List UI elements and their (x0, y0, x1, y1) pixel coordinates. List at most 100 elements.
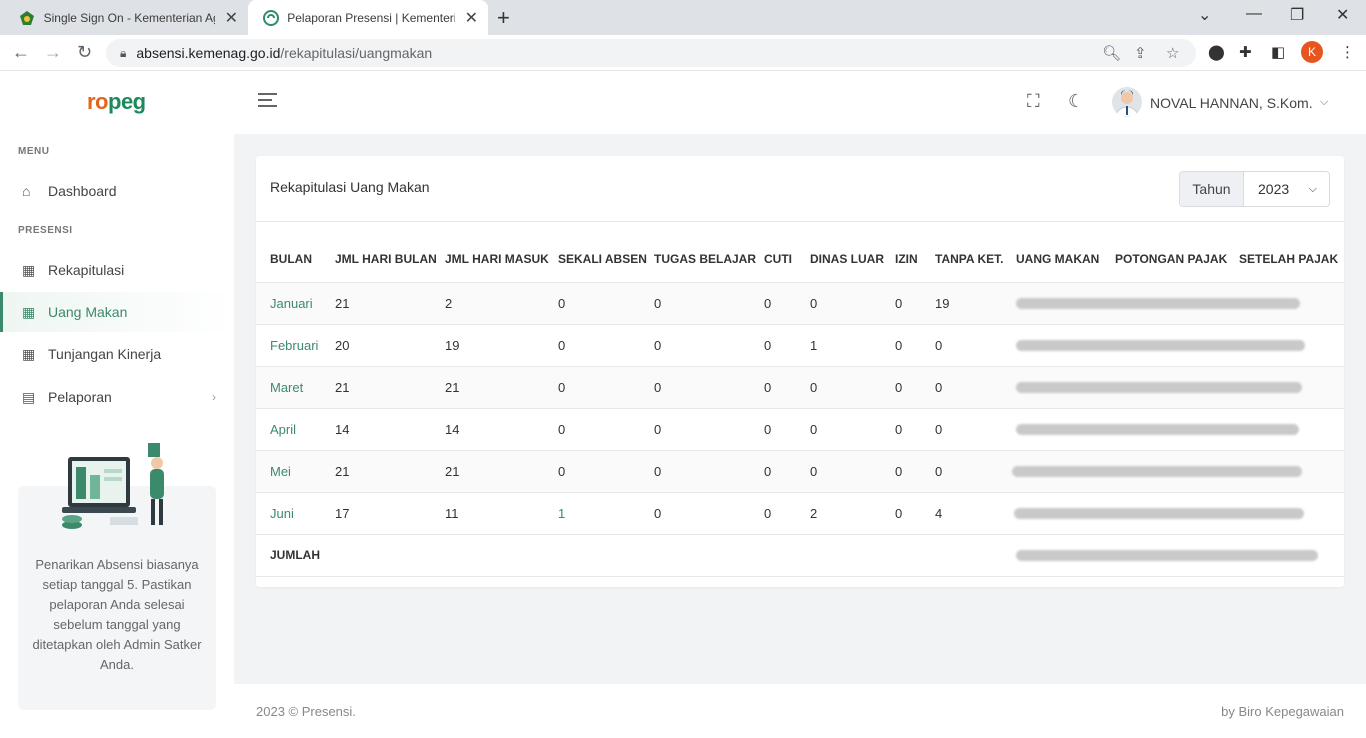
col-header: JML HARI MASUK (445, 222, 558, 283)
col-header: TANPA KET. (935, 222, 1016, 283)
browser-toolbar: ← → ↻ 🔒︎ absensi.kemenag.go.id/rekapitul… (0, 35, 1366, 71)
bookmark-star-icon[interactable]: ☆ (1166, 44, 1179, 62)
fullscreen-icon[interactable]: ⛶ (1027, 91, 1040, 112)
browser-tab-presensi[interactable]: Pelaporan Presensi | Kementerian ✕ (248, 0, 488, 35)
cell: 20 (335, 324, 445, 367)
presensi-favicon-icon (262, 9, 279, 27)
ropeg-logo[interactable]: ropeg (87, 89, 146, 115)
avatar[interactable] (1112, 87, 1142, 117)
table-row: Maret 21 21 0 0 0 0 0 0 (256, 366, 1344, 409)
sidebar-item-pelaporan[interactable]: ▤ Pelaporan › (0, 377, 234, 417)
cell: 0 (895, 450, 935, 493)
cell: 0 (810, 408, 895, 451)
chevron-down-icon: ⌵ (1308, 182, 1317, 195)
total-label: JUMLAH (256, 534, 1016, 577)
month-link[interactable]: Juni (256, 492, 335, 535)
sidebar-item-rekapitulasi[interactable]: ▦ Rekapitulasi (0, 250, 234, 290)
back-icon[interactable]: ← (12, 42, 30, 63)
cell: 11 (445, 492, 558, 535)
close-tab-icon[interactable]: ✕ (225, 8, 238, 28)
cell: 0 (810, 366, 895, 409)
redacted-amount (1016, 408, 1344, 451)
hamburger-menu-icon[interactable] (258, 93, 277, 111)
cell: 0 (654, 282, 764, 325)
page-footer: 2023 © Presensi. by Biro Kepegawaian (234, 684, 1366, 738)
table-row: April 14 14 0 0 0 0 0 0 (256, 408, 1344, 451)
col-header: IZIN (895, 222, 935, 283)
cell: 14 (335, 408, 445, 451)
month-link[interactable]: Februari (256, 324, 335, 367)
user-name[interactable]: NOVAL HANNAN, S.Kom. (1150, 95, 1313, 111)
footer-credit: by Biro Kepegawaian (1221, 704, 1344, 719)
url-path: /rekapitulasi/uangmakan (280, 45, 433, 61)
cell: 0 (654, 492, 764, 535)
reload-icon[interactable]: ↻ (77, 42, 92, 63)
cell: 2 (445, 282, 558, 325)
laptop-illustration-icon (62, 443, 164, 529)
cell: 0 (810, 282, 895, 325)
redacted-amount (1014, 492, 1344, 535)
close-window-icon[interactable]: ✕ (1336, 5, 1349, 25)
cell: 19 (445, 324, 558, 367)
restore-icon[interactable]: ❐ (1290, 5, 1304, 25)
table-total-row: JUMLAH (256, 534, 1344, 577)
sidebar: ropeg MENU ⌂ Dashboard PRESENSI ▦ Rekapi… (0, 71, 234, 738)
cell: 0 (654, 408, 764, 451)
month-link[interactable]: April (256, 408, 335, 451)
cell: 0 (764, 282, 810, 325)
share-icon[interactable]: ⇪ (1134, 44, 1147, 62)
month-link[interactable]: Januari (256, 282, 335, 325)
zoom-icon[interactable]: 🔍︎ (1102, 44, 1121, 62)
col-header: SETELAH PAJAK (1239, 222, 1344, 283)
cell: 0 (935, 324, 1016, 367)
browser-menu-icon[interactable]: ⋮ (1340, 43, 1355, 61)
new-tab-button[interactable]: + (497, 5, 510, 31)
year-select[interactable]: Tahun 2023 ⌵ (1179, 171, 1330, 207)
tab-title: Single Sign On - Kementerian Ag (43, 10, 215, 25)
cell: 0 (764, 492, 810, 535)
chevron-right-icon: › (212, 390, 216, 404)
col-header: POTONGAN PAJAK (1115, 222, 1239, 283)
document-icon: ▤ (22, 388, 36, 405)
month-link[interactable]: Maret (256, 366, 335, 409)
close-tab-icon[interactable]: ✕ (465, 8, 478, 28)
calendar-icon: ▦ (22, 261, 36, 278)
cell: 0 (935, 366, 1016, 409)
cell: 0 (654, 450, 764, 493)
address-bar[interactable]: 🔒︎ absensi.kemenag.go.id/rekapitulasi/ua… (106, 39, 1196, 67)
cell: 0 (895, 366, 935, 409)
extensions-puzzle-icon[interactable]: ✚ (1239, 43, 1252, 61)
cell: 21 (445, 450, 558, 493)
presensi-heading: PRESENSI (18, 225, 73, 236)
month-link[interactable]: Mei (256, 450, 335, 493)
table-row: Juni 17 11 1 0 0 2 0 4 (256, 492, 1344, 535)
dark-mode-moon-icon[interactable]: ☾ (1068, 91, 1084, 112)
sidebar-item-dashboard[interactable]: ⌂ Dashboard (0, 171, 234, 211)
sidebar-item-uang-makan[interactable]: ▦ Uang Makan (0, 292, 234, 332)
minimize-icon[interactable]: — (1246, 5, 1262, 23)
sidebar-item-label: Tunjangan Kinerja (48, 346, 162, 362)
cell: 0 (558, 324, 654, 367)
profile-avatar[interactable]: K (1301, 41, 1323, 63)
year-dropdown[interactable]: 2023 ⌵ (1244, 172, 1329, 206)
chevron-down-icon[interactable]: ⌵ (1320, 96, 1328, 109)
cell: 0 (764, 450, 810, 493)
cell: 21 (445, 366, 558, 409)
cell: 14 (445, 408, 558, 451)
cell: 1 (810, 324, 895, 367)
cell: 21 (335, 366, 445, 409)
tab-search-icon[interactable]: ⌄ (1198, 5, 1211, 25)
cell: 0 (654, 366, 764, 409)
cell: 0 (895, 408, 935, 451)
sidebar-item-tunjangan-kinerja[interactable]: ▦ Tunjangan Kinerja (0, 334, 234, 374)
col-header: DINAS LUAR (810, 222, 895, 283)
cell: 0 (895, 324, 935, 367)
promo-text: Penarikan Absensi biasanya setiap tangga… (32, 557, 202, 672)
col-header: JML HARI BULAN (335, 222, 445, 283)
location-extension-icon[interactable]: ⬤ (1208, 43, 1225, 61)
redacted-amount (1016, 366, 1344, 409)
browser-tab-sso[interactable]: Single Sign On - Kementerian Ag ✕ (4, 0, 248, 35)
forward-icon[interactable]: → (44, 42, 62, 63)
cell: 0 (895, 492, 935, 535)
side-panel-icon[interactable]: ◧ (1271, 43, 1285, 61)
